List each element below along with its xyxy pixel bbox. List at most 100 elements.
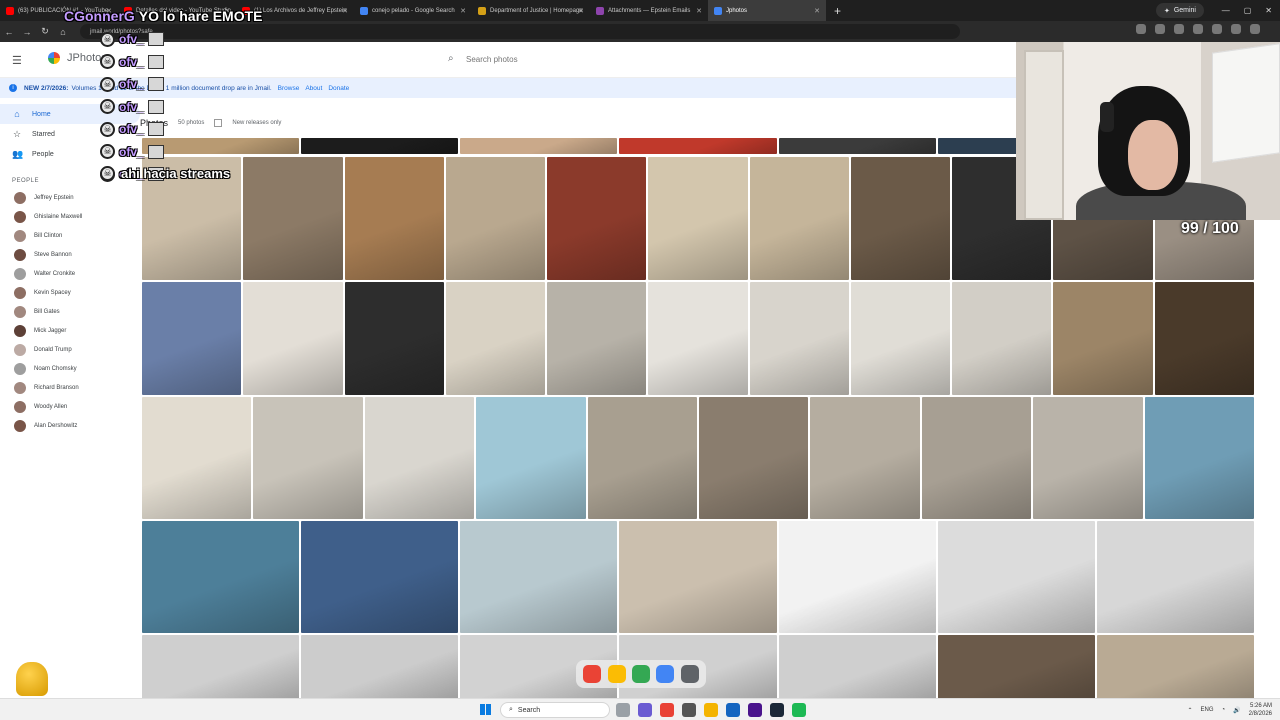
sidebar-person[interactable]: Noam Chomsky [0, 359, 140, 378]
photo-thumbnail[interactable] [619, 138, 777, 154]
downloads-icon[interactable] [1212, 24, 1222, 34]
search-input[interactable] [466, 50, 766, 68]
photo-thumbnail[interactable] [778, 635, 936, 698]
tab-close-icon[interactable]: ✕ [342, 7, 348, 15]
chevron-up-icon[interactable]: ⌃ [1187, 707, 1192, 714]
photo-thumbnail[interactable] [587, 397, 697, 519]
photo-thumbnail[interactable] [1053, 282, 1153, 395]
photo-thumbnail[interactable] [850, 282, 951, 395]
photo-thumbnail[interactable] [648, 282, 748, 395]
folder-icon[interactable] [704, 703, 718, 717]
photo-thumbnail[interactable] [937, 521, 1095, 633]
photo-thumbnail[interactable] [1144, 397, 1254, 519]
spotify-icon[interactable] [792, 703, 806, 717]
photo-thumbnail[interactable] [445, 157, 546, 280]
maximize-icon[interactable]: ▢ [1244, 6, 1252, 15]
photo-thumbnail[interactable] [301, 635, 459, 698]
photo-thumbnail[interactable] [749, 157, 849, 280]
photo-thumbnail[interactable] [619, 521, 777, 633]
photo-thumbnail[interactable] [243, 157, 343, 280]
hamburger-menu-icon[interactable]: ☰ [12, 54, 22, 67]
tab-close-icon[interactable]: ✕ [696, 7, 702, 15]
extension-icon[interactable] [1174, 24, 1184, 34]
sidebar-person[interactable]: Kevin Spacey [0, 283, 140, 302]
tab-close-icon[interactable]: ✕ [460, 7, 466, 15]
photo-thumbnail[interactable] [937, 635, 1095, 698]
photo-thumbnail[interactable] [460, 521, 618, 633]
photo-thumbnail[interactable] [142, 397, 252, 519]
browser-tab[interactable]: Attachments — Epstein Emails ✕ [590, 0, 708, 21]
bookmark-icon[interactable] [1136, 24, 1146, 34]
sidebar-person[interactable]: Woody Allen [0, 397, 140, 416]
banner-link-browse[interactable]: Browse [278, 85, 300, 92]
photo-thumbnail[interactable] [1154, 282, 1254, 395]
photo-thumbnail[interactable] [301, 138, 459, 154]
apps-grid-icon[interactable] [680, 665, 699, 683]
photo-thumbnail[interactable] [344, 282, 444, 395]
photo-thumbnail[interactable] [142, 521, 300, 633]
sidebar-person[interactable]: Alan Dershowitz [0, 416, 140, 435]
photo-thumbnail[interactable] [1096, 635, 1254, 698]
new-releases-checkbox[interactable] [214, 119, 223, 127]
menu-dots-icon[interactable] [1250, 24, 1260, 34]
photo-thumbnail[interactable] [301, 521, 459, 633]
sidebar-person[interactable]: Jeffrey Epstein [0, 188, 140, 207]
photo-thumbnail[interactable] [1033, 397, 1143, 519]
photo-thumbnail[interactable] [850, 157, 951, 280]
photo-thumbnail[interactable] [243, 282, 343, 395]
forward-icon[interactable]: → [18, 27, 36, 37]
tab-close-icon[interactable]: ✕ [814, 7, 820, 15]
chrome-icon[interactable] [660, 703, 674, 717]
photoshop-icon[interactable] [726, 703, 740, 717]
banner-link-donate[interactable]: Donate [328, 85, 349, 92]
extension-icon[interactable] [1193, 24, 1203, 34]
reload-icon[interactable]: ↻ [36, 26, 54, 37]
obs-icon[interactable] [682, 703, 696, 717]
photo-thumbnail[interactable] [1096, 521, 1254, 633]
new-releases-label[interactable]: New releases only [232, 120, 281, 126]
photo-thumbnail[interactable] [460, 138, 618, 154]
close-icon[interactable]: ✕ [1265, 6, 1272, 15]
search-icon[interactable]: ⌕ [448, 53, 454, 64]
photo-thumbnail[interactable] [344, 157, 444, 280]
sidebar-person[interactable]: Walter Cronkite [0, 264, 140, 283]
wifi-icon[interactable]: ◔ [1222, 707, 1226, 713]
minimize-icon[interactable]: — [1222, 6, 1230, 15]
gemini-button[interactable]: ✦ Gemini [1155, 3, 1204, 18]
tab-close-icon[interactable]: ✕ [578, 7, 584, 15]
file-explorer-icon[interactable] [616, 703, 630, 717]
sidebar-person[interactable]: Mick Jagger [0, 321, 140, 340]
taskbar-search[interactable]: ⌕ Search [500, 702, 610, 718]
photo-thumbnail[interactable] [699, 397, 809, 519]
windows-start-icon[interactable] [480, 704, 491, 715]
photo-thumbnail[interactable] [476, 397, 586, 519]
banner-link-about[interactable]: About [305, 85, 322, 92]
language-indicator[interactable]: ENG [1201, 707, 1214, 713]
back-icon[interactable]: ← [0, 27, 18, 37]
discord-icon[interactable] [638, 703, 652, 717]
photos-icon[interactable] [607, 665, 626, 683]
flights-icon[interactable] [656, 665, 675, 683]
photo-thumbnail[interactable] [810, 397, 920, 519]
gmail-icon[interactable] [583, 665, 602, 683]
home-nav-icon[interactable]: ⌂ [54, 27, 72, 37]
url-field[interactable]: jmail.world/photos?safe [80, 24, 960, 39]
clock[interactable]: 5:26 AM 2/8/2026 [1249, 702, 1272, 718]
photo-thumbnail[interactable] [445, 282, 546, 395]
sidebar-person[interactable]: Richard Branson [0, 378, 140, 397]
photo-thumbnail[interactable] [142, 635, 300, 698]
steam-icon[interactable] [770, 703, 784, 717]
browser-tab[interactable]: Jphotos ✕ [708, 0, 826, 21]
sidebar-person[interactable]: Steve Bannon [0, 245, 140, 264]
extension-icon[interactable] [1155, 24, 1165, 34]
photo-thumbnail[interactable] [547, 157, 647, 280]
profile-icon[interactable] [1231, 24, 1241, 34]
photo-thumbnail[interactable] [253, 397, 363, 519]
new-tab-button[interactable]: + [826, 4, 849, 18]
photo-thumbnail[interactable] [778, 521, 936, 633]
sidebar-person[interactable]: Donald Trump [0, 340, 140, 359]
photo-thumbnail[interactable] [142, 282, 242, 395]
photo-thumbnail[interactable] [921, 397, 1032, 519]
sidebar-person[interactable]: Ghislaine Maxwell [0, 207, 140, 226]
photo-thumbnail[interactable] [778, 138, 936, 154]
